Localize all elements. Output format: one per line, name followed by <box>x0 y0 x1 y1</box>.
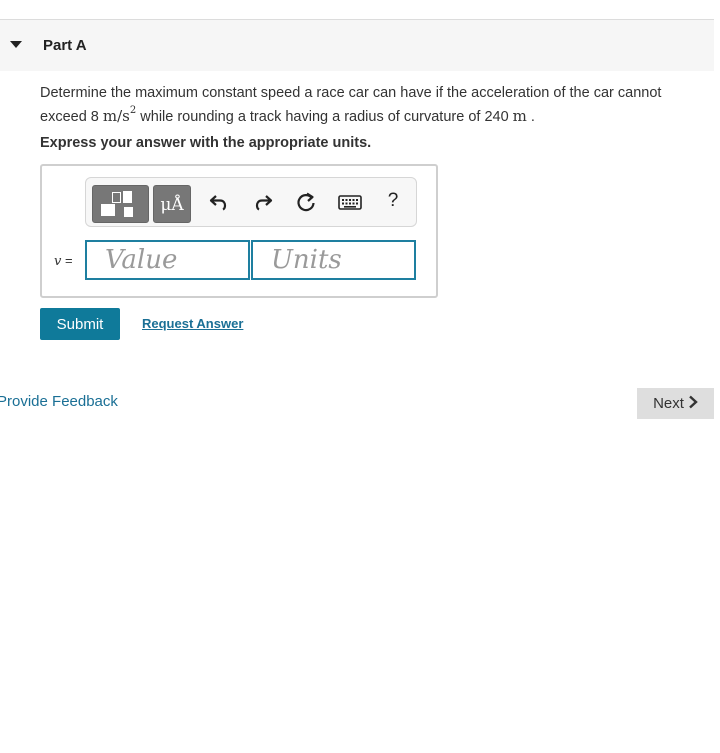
accel-unit-exponent: 2 <box>129 105 137 116</box>
provide-feedback-link[interactable]: Provide Feedback <box>0 393 118 410</box>
help-button[interactable]: ? <box>382 190 404 212</box>
accel-unit: m/s2 <box>102 105 137 125</box>
part-title: Part A <box>43 37 87 54</box>
templates-icon <box>112 192 121 203</box>
variable-label: v = <box>54 253 73 269</box>
undo-icon[interactable] <box>207 190 231 214</box>
request-answer-link[interactable]: Request Answer <box>142 316 243 331</box>
question-text-middle: while rounding a track having a radius o… <box>136 109 513 125</box>
templates-icon-part <box>123 191 132 203</box>
redo-icon[interactable] <box>251 190 275 214</box>
question-text-end: . <box>526 109 535 125</box>
submit-button[interactable]: Submit <box>40 308 120 340</box>
math-toolbar: μÅ ? <box>85 177 417 227</box>
units-input[interactable] <box>251 240 416 280</box>
templates-icon-part <box>101 204 115 216</box>
templates-icon-part <box>124 207 133 217</box>
answer-instruction: Express your answer with the appropriate… <box>40 135 372 151</box>
chevron-right-icon <box>689 395 698 409</box>
question-text: Determine the maximum constant speed a r… <box>40 83 690 127</box>
keyboard-icon[interactable] <box>337 190 363 214</box>
answer-box: μÅ ? v = <box>40 164 438 298</box>
equals-sign: = <box>61 253 73 268</box>
next-button[interactable]: Next <box>637 388 714 419</box>
collapse-caret-icon[interactable] <box>10 41 22 48</box>
templates-button[interactable] <box>92 185 149 223</box>
accel-unit-base: m/s <box>102 107 130 125</box>
reset-icon[interactable] <box>294 190 318 214</box>
value-input[interactable] <box>85 240 250 280</box>
part-header[interactable]: Part A <box>0 20 714 71</box>
next-label: Next <box>653 395 684 412</box>
radius-unit: m <box>512 107 527 125</box>
units-button[interactable]: μÅ <box>153 185 191 223</box>
